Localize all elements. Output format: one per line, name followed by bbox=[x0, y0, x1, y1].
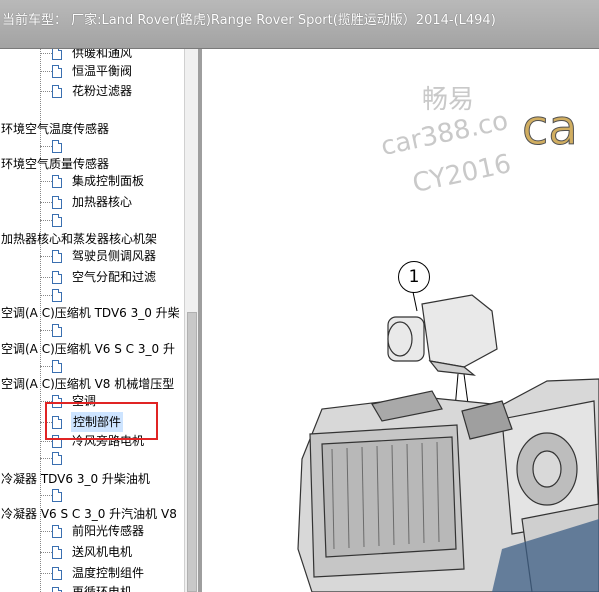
tree-folder-ambient-temp-sensor[interactable]: 环境空气温度传感器 bbox=[1, 119, 109, 139]
tree-connector bbox=[40, 53, 52, 54]
tree-connector bbox=[40, 146, 52, 147]
page-icon bbox=[52, 65, 62, 78]
tree-connector bbox=[40, 202, 52, 203]
tree-connector bbox=[40, 573, 52, 574]
page-icon bbox=[52, 49, 62, 60]
page-icon bbox=[52, 140, 62, 153]
page-icon bbox=[52, 587, 62, 592]
tree-panel[interactable]: 供暖和通风 恒温平衡阀 花粉过滤器 环境空气温度传感器 环境空气质量传感器 集成… bbox=[0, 49, 184, 592]
title-text: 当前车型： 厂家:Land Rover(路虎)Range Rover Sport… bbox=[2, 13, 496, 28]
title-bar: 当前车型： 厂家:Land Rover(路虎)Range Rover Sport… bbox=[0, 0, 599, 49]
tree-connector bbox=[40, 552, 52, 553]
tree-connector bbox=[40, 277, 52, 278]
page-icon bbox=[52, 250, 62, 263]
tree-connector bbox=[40, 71, 52, 72]
tree-connector bbox=[40, 220, 52, 221]
tree-connector bbox=[40, 495, 52, 496]
tree-connector bbox=[40, 441, 52, 442]
tree-connector bbox=[40, 91, 52, 92]
tree-item-blower-motor[interactable]: 送风机电机 bbox=[72, 542, 132, 562]
tree-item-driver-side-vent[interactable]: 驾驶员侧调风器 bbox=[72, 246, 156, 266]
tree-item-air-distribution-filtration[interactable]: 空气分配和过滤 bbox=[72, 267, 156, 287]
page-icon bbox=[52, 525, 62, 538]
tree-item-front-sun-sensor[interactable]: 前阳光传感器 bbox=[72, 521, 144, 541]
page-icon bbox=[52, 196, 62, 209]
scrollbar-thumb[interactable] bbox=[187, 312, 197, 592]
tree-item-thermostatic-valve[interactable]: 恒温平衡阀 bbox=[72, 61, 132, 81]
page-icon bbox=[52, 567, 62, 580]
page-icon bbox=[52, 175, 62, 188]
highlight-box bbox=[45, 402, 158, 440]
page-icon bbox=[52, 360, 62, 373]
tree-item-temperature-control-assembly[interactable]: 温度控制组件 bbox=[72, 563, 144, 583]
tree-folder-condenser-tdv6[interactable]: 冷凝器 TDV6 3_0 升柴油机 bbox=[1, 469, 150, 489]
tree-item-integrated-control-panel[interactable]: 集成控制面板 bbox=[72, 171, 144, 191]
page-icon bbox=[52, 271, 62, 284]
diagram-viewer[interactable]: ca 畅易 car388.co CY2016 1 bbox=[202, 49, 599, 592]
page-icon bbox=[52, 289, 62, 302]
page-icon bbox=[52, 324, 62, 337]
tree-item-heater-core[interactable]: 加热器核心 bbox=[72, 192, 132, 212]
tree-scrollbar[interactable] bbox=[184, 49, 199, 592]
page-icon bbox=[52, 214, 62, 227]
tree-connector bbox=[40, 366, 52, 367]
page-icon bbox=[52, 489, 62, 502]
tree-connector bbox=[40, 256, 52, 257]
page-icon bbox=[52, 452, 62, 465]
tree-connector bbox=[40, 181, 52, 182]
tree-item-pollen-filter[interactable]: 花粉过滤器 bbox=[72, 81, 132, 101]
page-icon bbox=[52, 85, 62, 98]
tree-connector bbox=[40, 330, 52, 331]
tree-connector bbox=[40, 458, 52, 459]
page-icon bbox=[52, 546, 62, 559]
tree-connector bbox=[40, 531, 52, 532]
tree-item-recirculation-motor[interactable]: 再循环电机 bbox=[72, 582, 132, 592]
watermark: 畅易 bbox=[422, 85, 475, 115]
callout-number: 1 bbox=[398, 261, 430, 293]
tree-connector bbox=[40, 295, 52, 296]
tree-folder-ac-compressor-v6sc[interactable]: 空调(A C)压缩机 V6 S C 3_0 升 bbox=[1, 339, 175, 359]
tree-folder-ac-compressor-tdv6[interactable]: 空调(A C)压缩机 TDV6 3_0 升柴 bbox=[1, 303, 180, 323]
svg-text:ca: ca bbox=[522, 100, 578, 156]
